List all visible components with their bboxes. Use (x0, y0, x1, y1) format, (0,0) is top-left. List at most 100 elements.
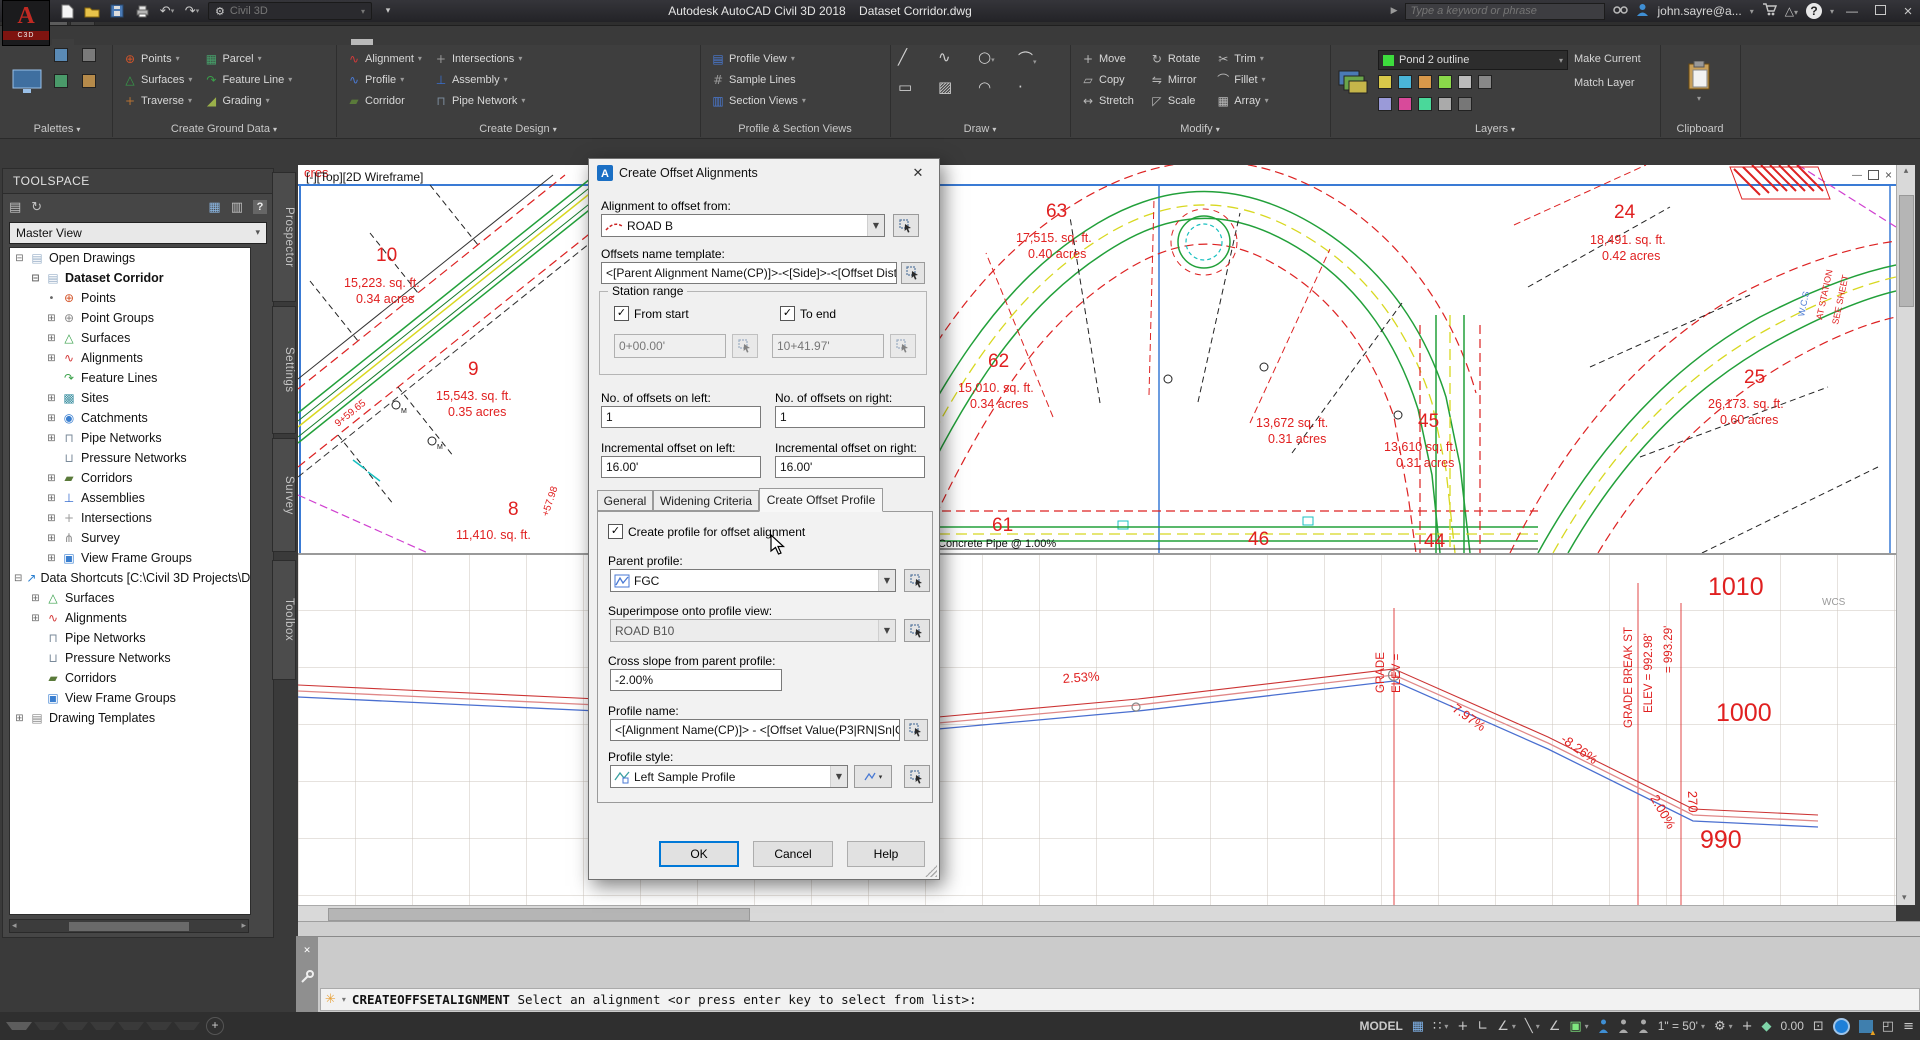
panel-label[interactable]: Modify ▾ (1070, 123, 1330, 135)
line-tool-icon[interactable]: ╱ (898, 48, 932, 78)
polyline-tool-icon[interactable]: ∿ (938, 48, 972, 78)
chevron-down-icon[interactable]: ▾ (1750, 7, 1754, 16)
pick-end-station-button[interactable] (890, 334, 916, 358)
tree-expander-icon[interactable]: ⊞ (30, 593, 41, 604)
layer-walk-icon[interactable] (1478, 75, 1492, 89)
item-view-icon[interactable]: ▥ (231, 200, 243, 215)
layer-delete-icon[interactable] (1458, 97, 1472, 111)
profile-viewport[interactable]: 1010 1000 990 2.53% -7.97% -8.26% 2.00% … (298, 553, 1896, 905)
drawing-minimize-icon[interactable]: — (1852, 170, 1862, 181)
tree-item[interactable]: ⊔ Pressure Networks (10, 448, 250, 468)
customization-icon[interactable]: ≡ (1903, 1019, 1914, 1034)
tree-item[interactable]: ⊔ Pressure Networks (10, 648, 250, 668)
annotation-visibility-icon[interactable] (1598, 1019, 1609, 1033)
tree-expander-icon[interactable]: ⊟ (14, 253, 25, 264)
match-layer-button[interactable]: Match Layer (1574, 77, 1635, 89)
pick-alignment-button[interactable] (893, 214, 919, 237)
command-prompt[interactable]: ✳ ▾ CREATEOFFSETALIGNMENT Select an alig… (320, 988, 1920, 1011)
layout-tab[interactable] (6, 1022, 32, 1030)
layer-select-combo[interactable]: Pond 2 outline ▾ (1378, 50, 1568, 70)
new-layout-button[interactable]: + (206, 1017, 224, 1035)
ribbon-button[interactable]: ⌒ Fillet ▾ (1213, 69, 1271, 90)
circle-tool-icon[interactable]: ○▾ (978, 48, 1012, 78)
dialog-close-icon[interactable]: ✕ (905, 165, 931, 181)
object-snap-icon[interactable]: ▣ (1569, 1019, 1581, 1034)
isoplane-icon[interactable]: ╲ (1525, 1019, 1533, 1034)
tree-expander-icon[interactable]: ⊞ (46, 353, 57, 364)
to-end-checkbox[interactable]: ✓ To end (780, 306, 836, 321)
desktop-connector-icon[interactable] (1859, 1020, 1873, 1033)
vertical-scrollbar[interactable]: ▴ ▾ (1896, 165, 1915, 905)
end-station-field[interactable]: 10+41.97' (772, 334, 884, 358)
workspace-switcher[interactable]: ⚙ Civil 3D ▾ (208, 2, 372, 20)
style-editor-split-button[interactable]: ▾ (854, 765, 892, 788)
tab-general[interactable]: General (597, 490, 653, 511)
ribbon-button[interactable]: ↔ Stretch (1078, 90, 1141, 111)
scrollbar-thumb[interactable] (69, 922, 189, 931)
layout-tab[interactable] (34, 1022, 60, 1030)
panel-label[interactable]: Draw ▾ (890, 123, 1070, 135)
offsets-name-template-field[interactable]: <[Parent Alignment Name(CP)]>-<[Side]>-<… (601, 262, 897, 284)
model-space-label[interactable]: MODEL (1359, 1019, 1402, 1033)
tree-expander-icon[interactable]: ⊞ (46, 513, 57, 524)
alignment-select-combo[interactable]: ROAD B ▼ (601, 214, 885, 237)
tree-expander-icon[interactable]: ⊞ (46, 313, 57, 324)
tree-expander-icon[interactable]: ⊞ (46, 553, 57, 564)
arc-tool-icon[interactable]: ⌒▾ (1018, 48, 1052, 78)
tree-expander-icon[interactable]: ⊞ (46, 413, 57, 424)
ribbon-button[interactable]: ∿ Alignment ▾ (344, 48, 425, 69)
ribbon-button[interactable]: ▤ Profile View ▾ (708, 48, 809, 69)
open-drawing-icon[interactable]: ▤ (9, 200, 21, 215)
parent-profile-combo[interactable]: FGC ▼ (610, 569, 896, 592)
ribbon-button[interactable]: ▱ Copy (1078, 69, 1141, 90)
pick-parent-profile-button[interactable] (904, 569, 930, 592)
scrollbar-thumb[interactable] (328, 908, 750, 921)
ribbon-button[interactable]: ⊥ Assembly ▾ (431, 69, 528, 90)
panel-label[interactable]: Palettes ▾ (2, 123, 112, 135)
tab-settings[interactable]: Settings (272, 306, 296, 434)
tree-expander-icon[interactable]: ⊞ (46, 333, 57, 344)
ribbon-button[interactable]: + Move (1078, 48, 1141, 69)
tree-expander-icon[interactable]: • (46, 293, 57, 304)
polar-tracking-icon[interactable]: ∠ (1497, 1019, 1509, 1034)
application-menu-button[interactable]: A C3D (2, 0, 50, 46)
command-window[interactable]: ✕ ✳ ▾ CREATEOFFSETALIGNMENT Select an al… (296, 936, 1920, 1013)
tree-item[interactable]: ⊟ ↗ Data Shortcuts [C:\Civil 3D Projects… (10, 568, 250, 588)
tree-item[interactable]: ⊓ Pipe Networks (10, 628, 250, 648)
tree-item[interactable]: ▰ Corridors (10, 668, 250, 688)
ribbon-button[interactable]: ◸ Scale (1147, 90, 1207, 111)
layout-tab[interactable] (146, 1022, 172, 1030)
layer-freeze-icon[interactable] (1418, 75, 1432, 89)
clean-screen-icon[interactable]: ◰ (1882, 1019, 1894, 1034)
tree-expander-icon[interactable]: ⊞ (46, 493, 57, 504)
data-shortcuts-icon[interactable]: ▦ (208, 200, 220, 215)
incremental-right-field[interactable]: 16.00' (775, 456, 925, 478)
help-button[interactable]: Help (847, 841, 925, 867)
drawing-restore-icon[interactable] (1868, 170, 1879, 180)
dialog-resize-grip[interactable] (925, 865, 937, 877)
annotation-scale-value[interactable]: 1" = 50' (1658, 1019, 1698, 1033)
profile-style-combo[interactable]: Left Sample Profile ▼ (610, 765, 848, 788)
layer-isolate-icon[interactable] (1398, 75, 1412, 89)
scroll-left-icon[interactable]: ◂ (12, 921, 17, 931)
panel-label[interactable]: Layers ▾ (1330, 123, 1660, 135)
units-icon[interactable]: ⊡ (1813, 1019, 1824, 1034)
offsets-left-count-field[interactable]: 1 (601, 406, 761, 428)
hatch-tool-icon[interactable]: ▨ (938, 78, 972, 108)
ribbon-button[interactable]: ⇋ Mirror (1147, 69, 1207, 90)
cross-slope-field[interactable]: -2.00% (610, 669, 782, 691)
make-current-button[interactable]: Make Current (1574, 53, 1641, 65)
layout-tab[interactable] (62, 1022, 88, 1030)
tree-item[interactable]: ⊞ △ Surfaces (10, 328, 250, 348)
ribbon-button[interactable]: ▦ Parcel ▾ (201, 48, 295, 69)
tree-item[interactable]: ⊟ ▤ Open Drawings (10, 248, 250, 268)
ribbon-button[interactable]: ▰ Corridor (344, 90, 425, 111)
ribbon-button[interactable]: ◢ Grading ▾ (201, 90, 295, 111)
object-snap-tracking-icon[interactable]: ∠ (1549, 1019, 1561, 1034)
panel-label[interactable]: Profile & Section Views (700, 123, 890, 135)
edit-profile-name-button[interactable] (904, 719, 928, 741)
layer-merge-icon[interactable] (1438, 97, 1452, 111)
scrollbar-thumb[interactable] (1899, 195, 1914, 307)
ribbon-button[interactable]: ↷ Feature Line ▾ (201, 69, 295, 90)
tab-widening-criteria[interactable]: Widening Criteria (653, 490, 759, 511)
